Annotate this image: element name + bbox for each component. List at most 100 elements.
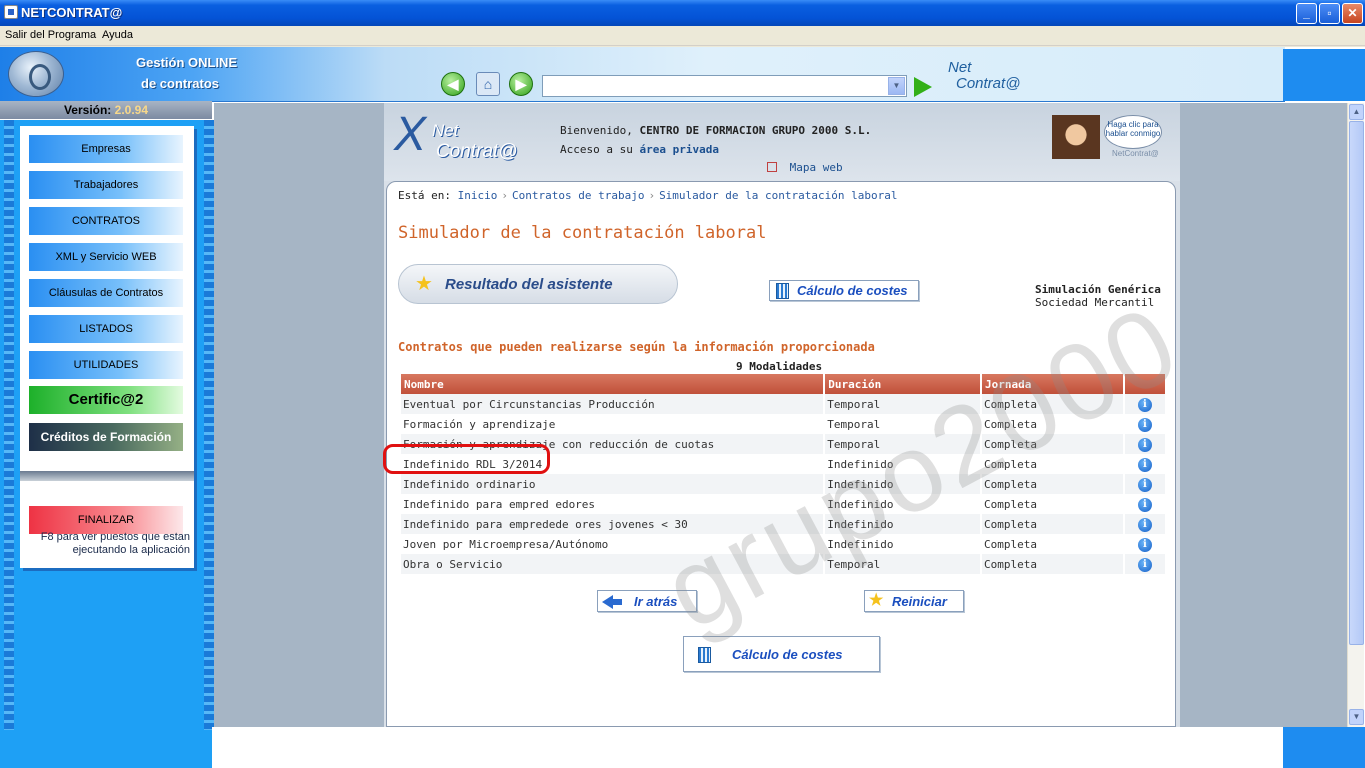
contract-name[interactable]: Eventual por Circunstancias Producción <box>401 394 824 414</box>
scroll-thumb[interactable] <box>1349 121 1364 645</box>
contract-schedule: Completa <box>982 394 1123 414</box>
header-right-panel <box>1283 49 1365 101</box>
sidebar-separator <box>20 471 194 481</box>
info-icon[interactable]: i <box>1137 537 1152 552</box>
section-title: Contratos que pueden realizarse según la… <box>398 340 875 354</box>
cost-calculation-bottom-label: Cálculo de costes <box>732 647 843 662</box>
contract-name[interactable]: Formación y aprendizaje <box>401 414 824 434</box>
go-arrow-icon[interactable] <box>914 77 932 97</box>
info-icon[interactable]: i <box>1137 557 1152 572</box>
contract-name[interactable]: Indefinido ordinario <box>401 474 824 494</box>
table-row[interactable]: Obra o Servicio Temporal Completa i <box>401 554 1165 574</box>
app-frame: Gestión ONLINE de contratos ◀ ⌂ ▶ ▼ Net … <box>0 47 1365 768</box>
table-row[interactable]: Eventual por Circunstancias Producción T… <box>401 394 1165 414</box>
cost-calculation-button[interactable]: Cálculo de costes <box>769 280 919 301</box>
result-wizard-button[interactable]: ★ Resultado del asistente <box>398 264 678 304</box>
header-logo-net: Net <box>948 59 972 76</box>
back-button[interactable]: Ir atrás <box>597 590 697 612</box>
cost-calculation-bottom-button[interactable]: Cálculo de costes <box>683 636 880 672</box>
restart-button[interactable]: ★ Reiniciar <box>864 590 964 612</box>
chevron-down-icon[interactable]: ▼ <box>888 77 905 95</box>
info-icon[interactable]: i <box>1137 517 1152 532</box>
sidebar-item-utilidades[interactable]: UTILIDADES <box>29 351 183 379</box>
company-type: Sociedad Mercantil <box>1035 296 1155 309</box>
address-combobox[interactable]: ▼ <box>542 75 907 97</box>
sidebar-item-empresas[interactable]: Empresas <box>29 135 183 163</box>
breadcrumb: Está en: Inicio › Contratos de trabajo › Sim… <box>398 189 897 202</box>
sidebar-item-certifica2[interactable]: Certific@2 <box>29 386 183 414</box>
bottom-bar <box>212 727 1283 768</box>
site-map-link[interactable]: Mapa web <box>767 161 843 174</box>
sidebar-menu: Empresas Trabajadores CONTRATOS XML y Se… <box>20 126 194 568</box>
sidebar-item-creditos-formacion[interactable]: Créditos de Formación <box>29 423 183 451</box>
info-icon[interactable]: i <box>1137 417 1152 432</box>
version-prefix: Versión: <box>63 103 112 117</box>
info-icon[interactable]: i <box>1137 397 1152 412</box>
breadcrumb-prefix: Está en: <box>398 189 451 202</box>
site-map-label: Mapa web <box>789 161 843 174</box>
assistant-bubble[interactable]: Haga clic para hablar conmigo <box>1104 115 1162 149</box>
column-header-info <box>1124 374 1165 394</box>
breadcrumb-inicio[interactable]: Inicio <box>458 189 498 202</box>
scroll-up-icon[interactable]: ▲ <box>1349 104 1364 120</box>
sidebar-item-xml[interactable]: XML y Servicio WEB <box>29 243 183 271</box>
contract-name[interactable]: Joven por Microempresa/Autónomo <box>401 534 824 554</box>
netcontrata-logo: X Net Contrat@ <box>394 108 518 163</box>
info-icon[interactable]: i <box>1137 497 1152 512</box>
page-title: Simulador de la contratación laboral <box>398 223 767 243</box>
menu-item-ayuda[interactable]: Ayuda <box>102 29 133 41</box>
contract-duration: Temporal <box>825 434 981 454</box>
f8-hint: F8 para ver puestos que estan ejecutando… <box>22 531 190 557</box>
sidebar-item-finalizar[interactable]: FINALIZAR <box>29 506 183 534</box>
close-button[interactable]: ✕ <box>1342 3 1363 24</box>
contract-duration: Indefinido <box>825 494 981 514</box>
assistant-avatar[interactable] <box>1052 115 1100 159</box>
bottom-right-panel <box>1283 727 1365 768</box>
access-line: Acceso a su área privada <box>560 143 719 156</box>
breadcrumb-separator: › <box>501 189 508 202</box>
contract-name[interactable]: Indefinido para empred edores <box>401 494 824 514</box>
minimize-button[interactable]: _ <box>1296 3 1317 24</box>
contract-duration: Indefinido <box>825 514 981 534</box>
contract-duration: Temporal <box>825 554 981 574</box>
info-icon[interactable]: i <box>1137 477 1152 492</box>
star-icon: ★ <box>415 273 433 295</box>
welcome-line: Bienvenido, CENTRO DE FORMACION GRUPO 20… <box>560 124 871 137</box>
result-wizard-label: Resultado del asistente <box>445 276 613 293</box>
table-row[interactable]: Indefinido para empredede ores jovenes <… <box>401 514 1165 534</box>
scroll-down-icon[interactable]: ▼ <box>1349 709 1364 725</box>
restore-button[interactable]: ▫ <box>1319 3 1340 24</box>
contracts-table: Nombre Duración Jornada Eventual por Cir… <box>399 374 1167 574</box>
table-row[interactable]: Formación y aprendizaje Temporal Complet… <box>401 414 1165 434</box>
vertical-scrollbar[interactable]: ▲ ▼ <box>1347 103 1364 727</box>
assistant-widget[interactable]: Haga clic para hablar conmigo NetContrat… <box>1052 113 1164 159</box>
private-area-link[interactable]: área privada <box>639 143 718 156</box>
sidebar-item-contratos[interactable]: CONTRATOS <box>29 207 183 235</box>
forward-arrow-icon[interactable]: ▶ <box>509 72 533 96</box>
window-title-bar: NETCONTRAT@ _ ▫ ✕ <box>0 0 1365 26</box>
web-page: X Net Contrat@ Bienvenido, CENTRO DE FOR… <box>383 103 1180 727</box>
menu-item-salir[interactable]: Salir del Programa <box>5 29 96 41</box>
info-icon[interactable]: i <box>1137 437 1152 452</box>
table-row[interactable]: Joven por Microempresa/Autónomo Indefini… <box>401 534 1165 554</box>
back-arrow-icon[interactable]: ◀ <box>441 72 465 96</box>
table-row[interactable]: Indefinido para empred edores Indefinido… <box>401 494 1165 514</box>
contract-name[interactable]: Indefinido para empredede ores jovenes <… <box>401 514 824 534</box>
breadcrumb-simulador[interactable]: Simulador de la contratación laboral <box>659 189 897 202</box>
sidebar-item-clausulas[interactable]: Cláusulas de Contratos <box>29 279 183 307</box>
column-header-duracion: Duración <box>825 374 981 394</box>
home-icon[interactable]: ⌂ <box>476 72 500 96</box>
breadcrumb-contratos[interactable]: Contratos de trabajo <box>512 189 644 202</box>
contract-schedule: Completa <box>982 554 1123 574</box>
company-name: CENTRO DE FORMACION GRUPO 2000 S.L. <box>639 124 872 137</box>
star-icon: ★ <box>869 592 884 609</box>
table-row[interactable]: Indefinido ordinario Indefinido Completa… <box>401 474 1165 494</box>
table-header-row: Nombre Duración Jornada <box>401 374 1165 394</box>
info-icon[interactable]: i <box>1137 457 1152 472</box>
sidebar-item-listados[interactable]: LISTADOS <box>29 315 183 343</box>
contract-schedule: Completa <box>982 474 1123 494</box>
contract-duration: Indefinido <box>825 454 981 474</box>
contract-name[interactable]: Obra o Servicio <box>401 554 824 574</box>
window-title: NETCONTRAT@ <box>21 5 123 20</box>
sidebar-item-trabajadores[interactable]: Trabajadores <box>29 171 183 199</box>
